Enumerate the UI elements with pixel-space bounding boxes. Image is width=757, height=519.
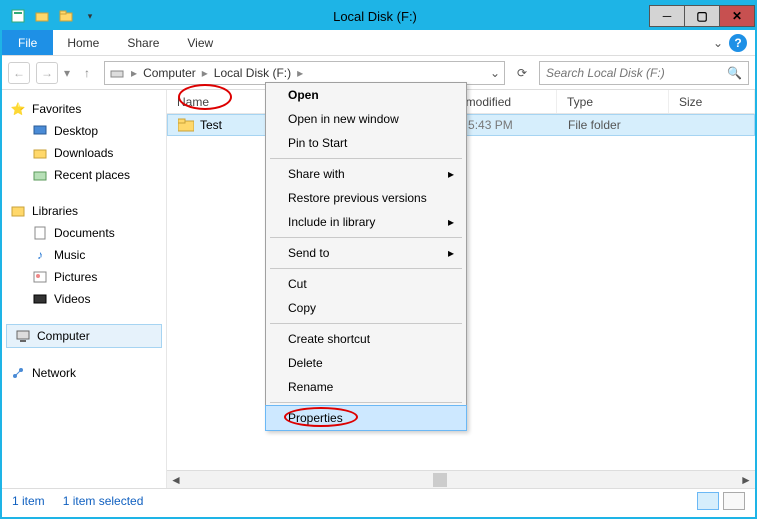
refresh-button[interactable]: ⟳ (511, 62, 533, 84)
nav-downloads[interactable]: Downloads (6, 142, 162, 164)
horizontal-scrollbar[interactable]: ◄ ► (167, 470, 755, 488)
address-bar[interactable]: ▸ Computer ▸ Local Disk (F:) ▸ ⌄ (104, 61, 505, 85)
quick-access-toolbar: ▾ (2, 6, 100, 26)
file-name: Test (200, 118, 222, 132)
window-title: Local Disk (F:) (100, 9, 650, 24)
videos-icon (32, 291, 48, 307)
cm-properties[interactable]: Properties (265, 405, 467, 431)
documents-icon (32, 225, 48, 241)
desktop-icon (32, 123, 48, 139)
minimize-button[interactable]: ─ (649, 5, 685, 27)
cm-separator (270, 268, 462, 269)
file-menu[interactable]: File (2, 30, 53, 55)
close-button[interactable]: ✕ (719, 5, 755, 27)
cm-separator (270, 402, 462, 403)
titlebar: ▾ Local Disk (F:) ─ ▢ ✕ (2, 2, 755, 30)
nav-recent[interactable]: Recent places (6, 164, 162, 186)
tab-home[interactable]: Home (53, 30, 113, 55)
breadcrumb-computer[interactable]: Computer (143, 66, 196, 80)
help-icon[interactable]: ? (729, 34, 747, 52)
ribbon-tabs: File Home Share View ⌄ ? (2, 30, 755, 56)
nav-pane: ⭐Favorites Desktop Downloads Recent plac… (2, 90, 167, 488)
open-folder-icon[interactable] (56, 6, 76, 26)
cm-open[interactable]: Open (266, 83, 466, 107)
downloads-icon (32, 145, 48, 161)
status-bar: 1 item 1 item selected (2, 488, 755, 512)
nav-favorites[interactable]: ⭐Favorites (6, 98, 162, 120)
cm-copy[interactable]: Copy (266, 296, 466, 320)
cm-create-shortcut[interactable]: Create shortcut (266, 327, 466, 351)
history-dropdown-icon[interactable]: ▾ (64, 66, 70, 80)
tab-share[interactable]: Share (113, 30, 173, 55)
scroll-thumb[interactable] (433, 473, 447, 487)
nav-libraries[interactable]: Libraries (6, 200, 162, 222)
tab-view[interactable]: View (173, 30, 227, 55)
search-box[interactable]: 🔍 (539, 61, 749, 85)
new-folder-icon[interactable] (32, 6, 52, 26)
search-input[interactable] (546, 66, 727, 80)
cm-send-to[interactable]: Send to▸ (266, 241, 466, 265)
up-button[interactable]: ↑ (76, 62, 98, 84)
cm-restore-versions[interactable]: Restore previous versions (266, 186, 466, 210)
nav-network[interactable]: Network (6, 362, 162, 384)
col-size[interactable]: Size (669, 90, 755, 113)
view-details-button[interactable] (697, 492, 719, 510)
nav-documents[interactable]: Documents (6, 222, 162, 244)
pictures-icon (32, 269, 48, 285)
back-button[interactable]: ← (8, 62, 30, 84)
address-dropdown-icon[interactable]: ⌄ (490, 66, 500, 80)
nav-desktop[interactable]: Desktop (6, 120, 162, 142)
breadcrumb-drive[interactable]: Local Disk (F:) (214, 66, 291, 80)
cm-delete[interactable]: Delete (266, 351, 466, 375)
cm-cut[interactable]: Cut (266, 272, 466, 296)
recent-icon (32, 167, 48, 183)
status-selected-count: 1 item selected (63, 494, 144, 508)
search-icon[interactable]: 🔍 (727, 66, 742, 80)
properties-icon[interactable] (8, 6, 28, 26)
cm-include-library[interactable]: Include in library▸ (266, 210, 466, 234)
scroll-right-icon[interactable]: ► (737, 473, 755, 487)
nav-pictures[interactable]: Pictures (6, 266, 162, 288)
window-controls: ─ ▢ ✕ (650, 5, 755, 27)
maximize-button[interactable]: ▢ (684, 5, 720, 27)
computer-icon (15, 328, 31, 344)
status-item-count: 1 item (12, 494, 45, 508)
nav-videos[interactable]: Videos (6, 288, 162, 310)
ribbon-expand-icon[interactable]: ⌄ (713, 36, 723, 50)
star-icon: ⭐ (10, 101, 26, 117)
qat-dropdown-icon[interactable]: ▾ (80, 6, 100, 26)
cm-open-new-window[interactable]: Open in new window (266, 107, 466, 131)
drive-icon (109, 65, 125, 81)
music-icon: ♪ (32, 247, 48, 263)
submenu-arrow-icon: ▸ (448, 167, 454, 181)
nav-computer[interactable]: Computer (6, 324, 162, 348)
cm-share-with[interactable]: Share with▸ (266, 162, 466, 186)
cm-separator (270, 323, 462, 324)
cm-separator (270, 237, 462, 238)
libraries-icon (10, 203, 26, 219)
cm-separator (270, 158, 462, 159)
chevron-right-icon[interactable]: ▸ (202, 66, 208, 80)
nav-music[interactable]: ♪Music (6, 244, 162, 266)
forward-button[interactable]: → (36, 62, 58, 84)
cm-rename[interactable]: Rename (266, 375, 466, 399)
cm-pin-to-start[interactable]: Pin to Start (266, 131, 466, 155)
chevron-right-icon[interactable]: ▸ (131, 66, 137, 80)
file-type: File folder (558, 118, 670, 132)
submenu-arrow-icon: ▸ (448, 246, 454, 260)
col-type[interactable]: Type (557, 90, 669, 113)
chevron-right-icon[interactable]: ▸ (297, 66, 303, 80)
context-menu: Open Open in new window Pin to Start Sha… (265, 82, 467, 431)
submenu-arrow-icon: ▸ (448, 215, 454, 229)
view-icons-button[interactable] (723, 492, 745, 510)
scroll-track[interactable] (185, 473, 737, 487)
folder-icon (178, 117, 194, 133)
scroll-left-icon[interactable]: ◄ (167, 473, 185, 487)
network-icon (10, 365, 26, 381)
